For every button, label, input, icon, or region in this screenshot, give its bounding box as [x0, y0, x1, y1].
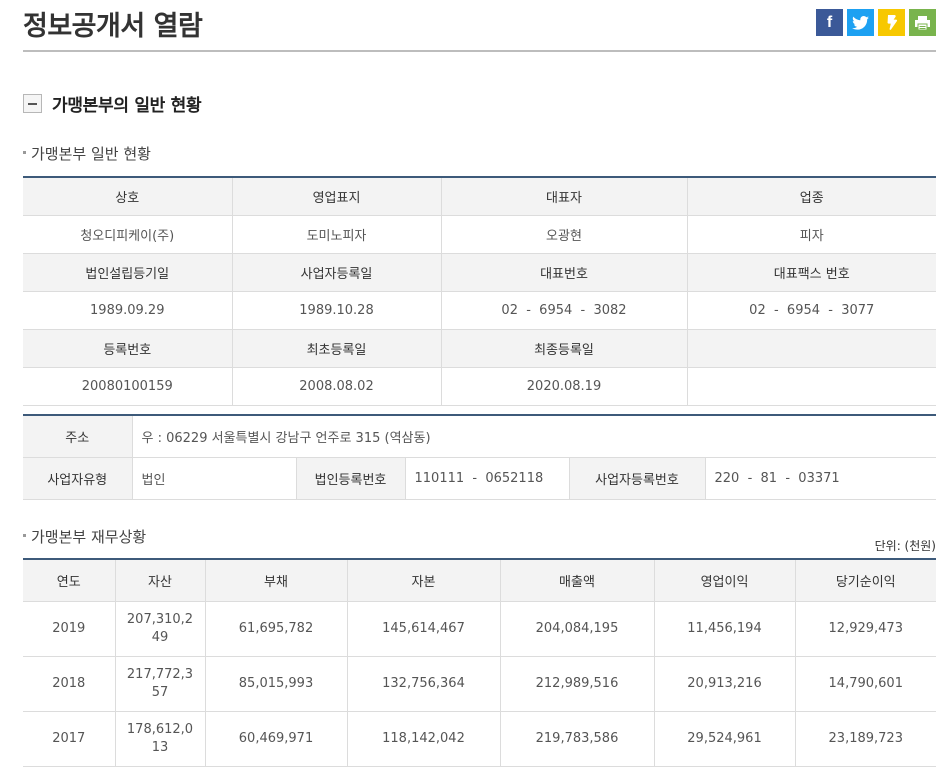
empty-cell — [686, 366, 936, 406]
liability-cell: 60,469,971 — [204, 710, 348, 767]
kakaostory-share-button[interactable] — [878, 9, 905, 36]
header-cell: 사업자등록일 — [231, 252, 442, 292]
page-title: 정보공개서 열람 — [23, 11, 203, 42]
header-cell: 대표번호 — [440, 252, 688, 292]
main-phone: 02 - 6954 - 3082 — [440, 290, 688, 330]
operating-income-cell: 20,913,216 — [653, 655, 796, 712]
header-cell: 부채 — [204, 558, 348, 602]
print-icon — [915, 15, 930, 30]
incorporation-date: 1989.09.29 — [23, 290, 233, 330]
corp-no-value: 110111 - 0652118 — [404, 456, 570, 500]
address-value: 우 : 06229 서울특별시 강남구 언주로 315 (역삼동) — [131, 414, 937, 458]
biz-type-value: 법인 — [131, 456, 297, 500]
revenue-cell: 212,989,516 — [499, 655, 655, 712]
liability-cell: 61,695,782 — [204, 600, 348, 657]
year-cell: 2018 — [23, 655, 116, 712]
liability-cell: 85,015,993 — [204, 655, 348, 712]
main-fax: 02 - 6954 - 3077 — [686, 290, 936, 330]
year-cell: 2019 — [23, 600, 116, 657]
asset-cell: 207,310,249 — [114, 600, 206, 657]
net-income-cell: 23,189,723 — [794, 710, 936, 767]
header-cell: 최종등록일 — [440, 328, 688, 368]
finance-table: 연도 자산 부채 자본 매출액 영업이익 당기순이익 2019 207,310,… — [23, 558, 936, 767]
net-income-cell: 14,790,601 — [794, 655, 936, 712]
operating-income-cell: 29,524,961 — [653, 710, 796, 767]
asset-cell: 178,612,013 — [114, 710, 206, 767]
registration-number: 20080100159 — [23, 366, 233, 406]
biz-type-label: 사업자유형 — [23, 456, 133, 500]
header-cell: 등록번호 — [23, 328, 233, 368]
unit-label: 단위: (천원) — [874, 539, 936, 553]
header-cell: 상호 — [23, 176, 233, 216]
kakaostory-icon — [887, 15, 897, 30]
last-registration-date: 2020.08.19 — [440, 366, 688, 406]
facebook-share-button[interactable]: f — [816, 9, 843, 36]
header-cell: 영업표지 — [231, 176, 442, 216]
equity-cell: 132,756,364 — [346, 655, 501, 712]
biz-no-label: 사업자등록번호 — [568, 456, 706, 500]
header-cell: 연도 — [23, 558, 116, 602]
business-registration-date: 1989.10.28 — [231, 290, 442, 330]
year-cell: 2017 — [23, 710, 116, 767]
twitter-icon — [852, 15, 869, 30]
header-cell: 대표자 — [440, 176, 688, 216]
facebook-icon: f — [826, 13, 833, 31]
twitter-share-button[interactable] — [847, 9, 874, 36]
net-income-cell: 12,929,473 — [794, 600, 936, 657]
header-cell: 대표팩스 번호 — [686, 252, 936, 292]
header-cell — [686, 328, 936, 368]
table-row: 2018 217,772,357 85,015,993 132,756,364 … — [23, 655, 936, 712]
asset-cell: 217,772,357 — [114, 655, 206, 712]
header-cell: 당기순이익 — [794, 558, 936, 602]
address-label: 주소 — [23, 414, 133, 458]
first-registration-date: 2008.08.02 — [231, 366, 442, 406]
page: 정보공개서 열람 f 가맹본부의 일반 현황 가맹본부 일반 현황 상호 영업표… — [0, 0, 942, 784]
header-cell: 업종 — [686, 176, 936, 216]
collapse-toggle-icon[interactable] — [23, 93, 42, 113]
corp-no-label: 법인등록번호 — [295, 456, 406, 500]
brand-name: 도미노피자 — [231, 214, 442, 254]
revenue-cell: 204,084,195 — [499, 600, 655, 657]
finance-subtitle: 가맹본부 재무상황 — [23, 526, 146, 547]
revenue-cell: 219,783,586 — [499, 710, 655, 767]
general-info-table: 상호 영업표지 대표자 업종 청오디피케이(주) 도미노피자 오광현 피자 법인… — [23, 176, 936, 406]
header-cell: 최초등록일 — [231, 328, 442, 368]
address-table: 주소 우 : 06229 서울특별시 강남구 언주로 315 (역삼동) 사업자… — [23, 414, 937, 500]
equity-cell: 118,142,042 — [346, 710, 501, 767]
operating-income-cell: 11,456,194 — [653, 600, 796, 657]
table-row: 2019 207,310,249 61,695,782 145,614,467 … — [23, 600, 936, 657]
company-name: 청오디피케이(주) — [23, 214, 233, 254]
page-header: 정보공개서 열람 f — [23, 0, 936, 52]
header-cell: 자산 — [114, 558, 206, 602]
biz-no-value: 220 - 81 - 03371 — [704, 456, 937, 500]
share-buttons: f — [816, 9, 936, 36]
ceo-name: 오광현 — [440, 214, 688, 254]
table-row: 2017 178,612,013 60,469,971 118,142,042 … — [23, 710, 936, 767]
header-cell: 법인설립등기일 — [23, 252, 233, 292]
section-header: 가맹본부의 일반 현황 — [23, 90, 202, 116]
equity-cell: 145,614,467 — [346, 600, 501, 657]
section-title: 가맹본부의 일반 현황 — [52, 95, 202, 116]
business-category: 피자 — [686, 214, 936, 254]
header-cell: 영업이익 — [653, 558, 796, 602]
header-cell: 매출액 — [499, 558, 655, 602]
general-subtitle: 가맹본부 일반 현황 — [23, 143, 151, 164]
print-button[interactable] — [909, 9, 936, 36]
header-cell: 자본 — [346, 558, 501, 602]
